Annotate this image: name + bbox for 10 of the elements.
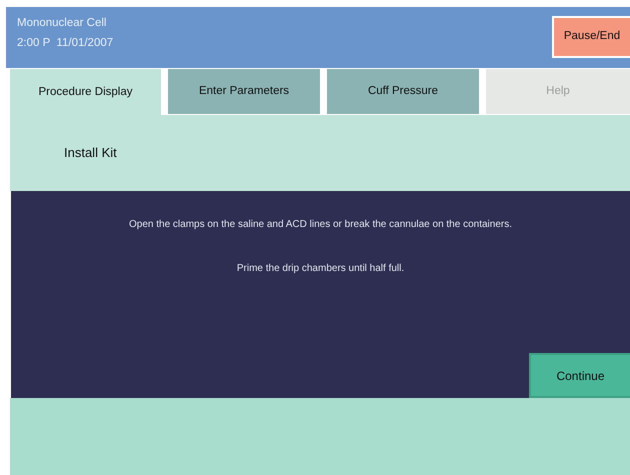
step-title: Install Kit — [64, 144, 117, 162]
tab[interactable]: Enter Parameters — [168, 69, 320, 114]
pause-end-button[interactable]: Pause/End — [552, 16, 630, 58]
continue-button[interactable]: Continue — [529, 353, 630, 398]
tab[interactable]: Procedure Display — [10, 69, 161, 116]
instruction-text: Open the clamps on the saline and ACD lines or break the cannulae on the containers. — [128, 218, 514, 232]
tab[interactable]: Cuff Pressure — [327, 69, 479, 114]
instruction-text: Prime the drip chambers until half full. — [236, 262, 406, 276]
date-time: 2:00 P 11/01/2007 — [17, 36, 114, 51]
procedure-title: Mononuclear Cell — [17, 16, 108, 31]
